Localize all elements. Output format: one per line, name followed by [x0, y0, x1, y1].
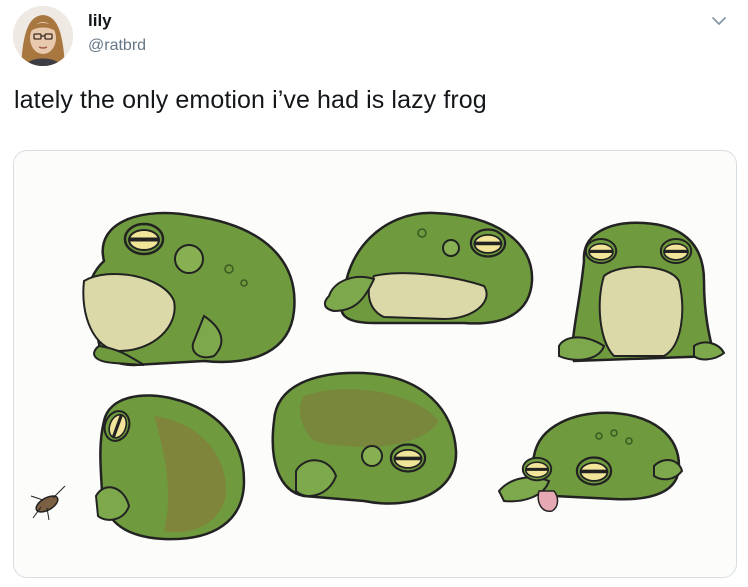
frog-4 — [30, 394, 246, 541]
avatar[interactable] — [13, 6, 73, 66]
frog-6 — [497, 411, 684, 512]
author-handle[interactable]: @ratbrd — [88, 37, 146, 55]
lazy-frog-illustration — [30, 211, 726, 541]
author-name[interactable]: lily — [88, 11, 112, 31]
frog-1 — [82, 211, 296, 367]
tweet-media[interactable] — [13, 150, 737, 578]
frog-3 — [558, 221, 726, 363]
chevron-down-icon[interactable] — [708, 10, 730, 32]
frog-2 — [323, 211, 534, 325]
frog-5 — [271, 371, 458, 505]
avatar-photo — [13, 6, 73, 66]
tweet-text: lately the only emotion i’ve had is lazy… — [14, 86, 487, 114]
bug-icon — [30, 485, 66, 521]
